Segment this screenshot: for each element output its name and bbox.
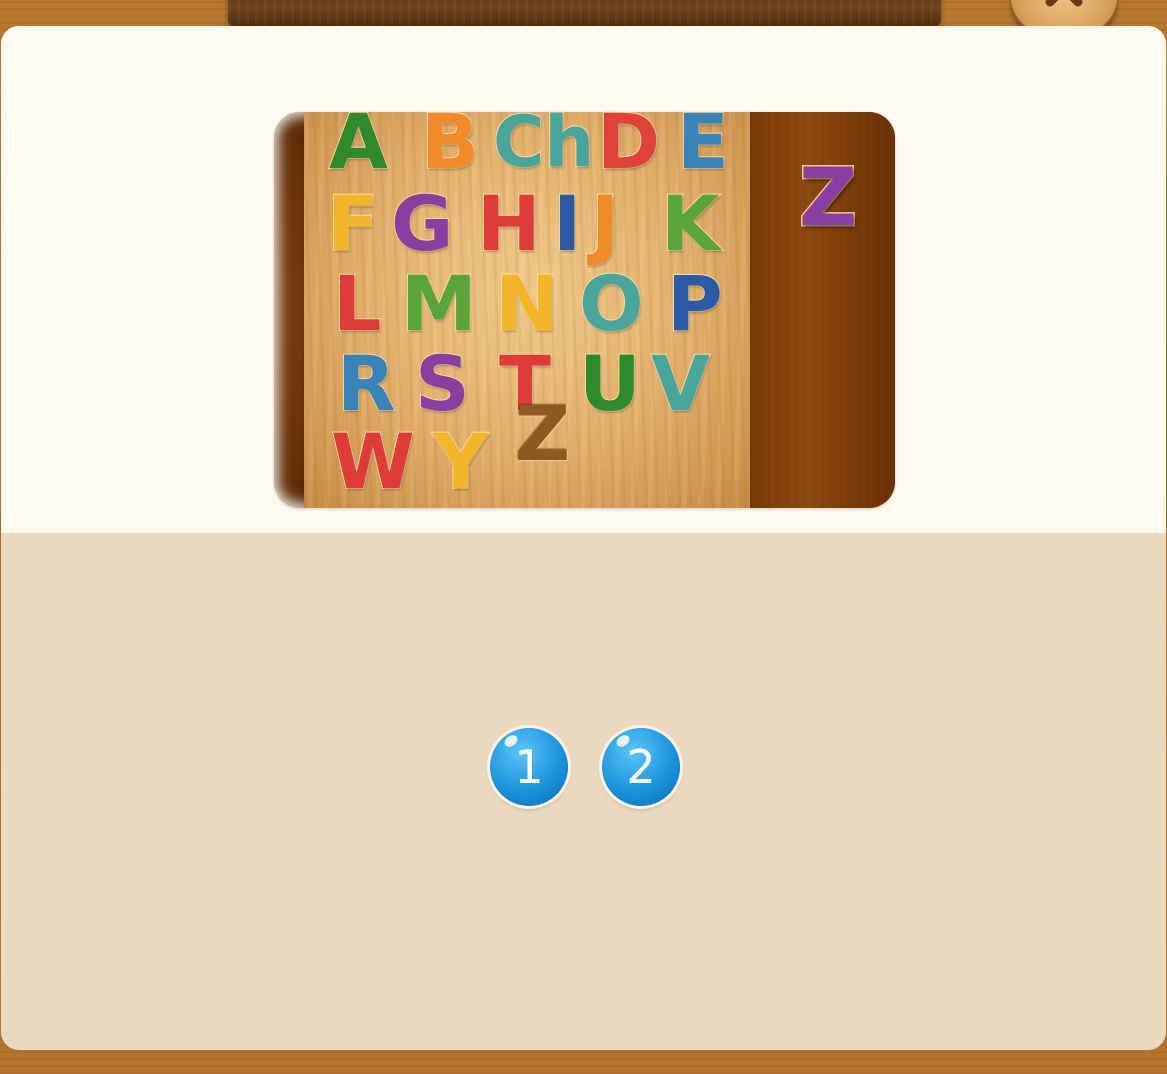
letter-piece-s[interactable]: S: [414, 345, 471, 423]
level-2-label: 2: [626, 740, 656, 794]
empty-slot-z[interactable]: Z: [515, 396, 570, 472]
letter-piece-n[interactable]: N: [494, 265, 560, 343]
letter-piece-e[interactable]: E: [676, 103, 730, 181]
letter-piece-b[interactable]: B: [420, 103, 480, 181]
letter-piece-w[interactable]: W: [330, 423, 416, 501]
letter-piece-i[interactable]: I: [552, 185, 582, 263]
letter-piece-k[interactable]: K: [660, 185, 721, 263]
letter-piece-v[interactable]: V: [650, 345, 711, 423]
title-banner: [228, 0, 941, 26]
letter-piece-h[interactable]: H: [476, 185, 542, 263]
level-1-button[interactable]: 1: [490, 728, 568, 806]
letter-piece-p[interactable]: P: [666, 265, 724, 343]
loose-letter-piece[interactable]: Z: [797, 156, 858, 239]
letter-piece-l[interactable]: L: [332, 265, 382, 343]
letter-piece-d[interactable]: D: [596, 103, 661, 181]
letter-piece-ch[interactable]: Ch: [492, 103, 595, 181]
level-1-label: 1: [514, 740, 544, 794]
letter-piece-m[interactable]: M: [400, 265, 478, 343]
main-panel: A B Ch D E F G H I J K L M N O P R S T U V W Y Z Z 1 2: [1, 26, 1166, 1050]
letter-piece-r[interactable]: R: [336, 345, 397, 423]
letter-piece-a[interactable]: A: [328, 103, 389, 181]
letter-piece-o[interactable]: O: [578, 265, 645, 343]
letter-piece-g[interactable]: G: [390, 185, 454, 263]
level-2-button[interactable]: 2: [602, 728, 680, 806]
puzzle-preview-area: A B Ch D E F G H I J K L M N O P R S T U V W Y Z Z: [1, 26, 1166, 533]
letter-piece-u[interactable]: U: [578, 345, 642, 423]
letter-piece-y[interactable]: Y: [432, 423, 489, 501]
letter-piece-f[interactable]: F: [326, 185, 380, 263]
letter-piece-j[interactable]: J: [590, 185, 620, 263]
close-x-icon: [1045, 0, 1083, 7]
